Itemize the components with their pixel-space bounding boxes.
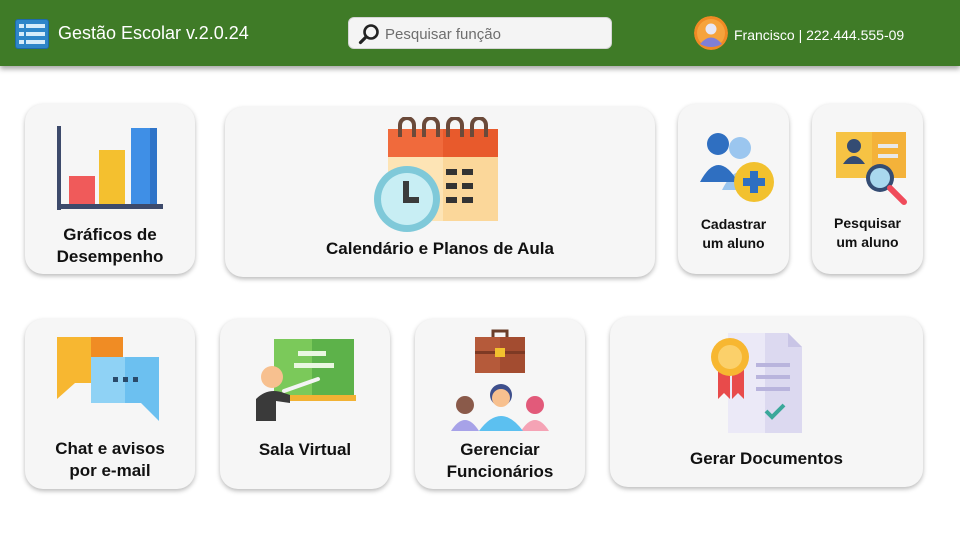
card-label: Gerar Documentos (689, 449, 844, 468)
card-label-line1: Pesquisar (834, 215, 901, 231)
user-info: Francisco | 222.444.555-09 (734, 27, 905, 43)
id-card-search-icon (836, 132, 907, 205)
bar-chart-icon (57, 126, 163, 210)
card-gerenciar-funcionarios[interactable]: Gerenciar Funcionários (415, 319, 585, 489)
search-icon (358, 24, 379, 45)
card-label-line1: Chat e avisos (55, 439, 165, 458)
card-graficos-desempenho[interactable]: Gráficos de Desempenho (25, 104, 195, 274)
card-label-line1: Gerenciar (460, 440, 540, 459)
card-label: Calendário e Planos de Aula (326, 239, 554, 258)
card-label-line2: por e-mail (69, 461, 151, 480)
card-label: Sala Virtual (258, 440, 352, 459)
card-label-line2: Desempenho (56, 247, 164, 266)
teacher-board-icon (256, 339, 356, 421)
card-label-line2: um aluno (702, 235, 765, 251)
chat-bubbles-icon (57, 337, 159, 421)
staff-briefcase-icon (451, 329, 549, 431)
calendar-clock-icon (374, 117, 498, 232)
card-gerar-documentos[interactable]: Gerar Documentos (610, 317, 923, 487)
add-user-icon (700, 133, 774, 202)
user-avatar-icon[interactable] (694, 16, 728, 50)
hamburger-menu-icon[interactable] (15, 19, 49, 49)
card-label-line2: um aluno (836, 234, 899, 250)
card-cadastrar-aluno[interactable]: Cadastrar um aluno (678, 104, 789, 274)
card-pesquisar-aluno[interactable]: Pesquisar um aluno (812, 104, 923, 274)
app-title: Gestão Escolar v.2.0.24 (58, 23, 249, 43)
card-label-line1: Gráficos de (63, 225, 157, 244)
search-box[interactable] (348, 17, 612, 49)
card-label-line1: Cadastrar (700, 216, 767, 232)
card-calendario-planos[interactable]: Calendário e Planos de Aula (225, 107, 655, 277)
card-label-line2: Funcionários (446, 462, 554, 481)
search-input[interactable] (385, 22, 605, 46)
card-chat-avisos[interactable]: Chat e avisos por e-mail (25, 319, 195, 489)
top-bar: Gestão Escolar v.2.0.24 Francisco | 222.… (0, 0, 960, 66)
card-sala-virtual[interactable]: Sala Virtual (220, 319, 390, 489)
certificate-document-icon (711, 333, 802, 433)
